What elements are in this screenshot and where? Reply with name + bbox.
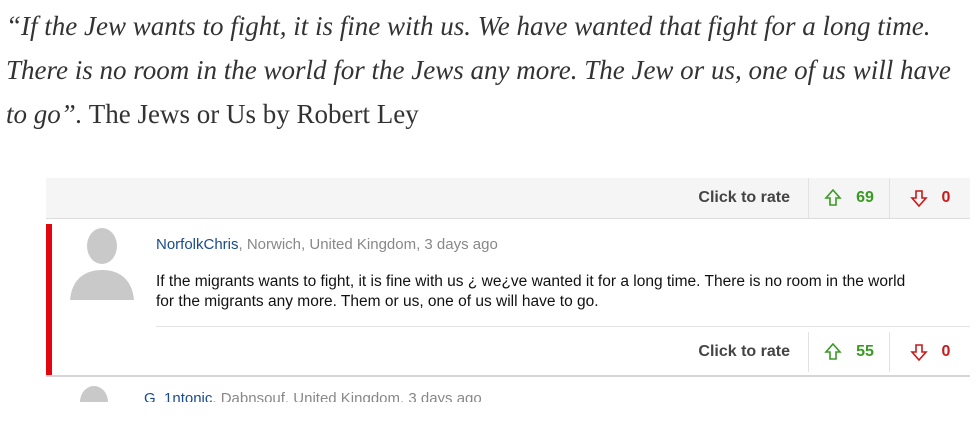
comment-rating-row: Click to rate 55 0 — [550, 332, 970, 372]
quote-attribution: The Jews or Us by Robert Ley — [82, 99, 419, 129]
comment-author-link[interactable]: NorfolkChris — [156, 236, 239, 253]
comment-meta: NorfolkChris, Norwich, United Kingdom, 3… — [156, 236, 498, 253]
up-arrow-icon — [824, 189, 842, 207]
click-to-rate-label: Click to rate — [698, 189, 790, 206]
upvote-button[interactable]: 55 — [808, 332, 889, 372]
downvote-count: 0 — [941, 343, 951, 360]
comment-body: If the migrants wants to fight, it is fi… — [156, 273, 906, 310]
comment-item: NorfolkChris, Norwich, United Kingdom, 3… — [46, 224, 970, 376]
comment-separator — [46, 375, 970, 377]
avatar — [64, 224, 140, 300]
comment-location-time: , Norwich, United Kingdom, 3 days ago — [238, 236, 498, 253]
downvote-count: 0 — [941, 189, 951, 206]
quote-block: “If the Jew wants to fight, it is fine w… — [6, 4, 974, 136]
upvote-count: 55 — [856, 343, 874, 360]
comment-location-time: , Dabnsouf, United Kingdom, 3 days ago — [212, 390, 482, 402]
downvote-button[interactable]: 0 — [889, 178, 970, 218]
click-to-rate-label: Click to rate — [698, 343, 790, 360]
top-rating-row: Click to rate 69 0 — [550, 178, 970, 218]
down-arrow-icon — [909, 343, 928, 361]
comment-author-link[interactable]: G_1ntonic — [144, 390, 212, 402]
upvote-count: 69 — [856, 189, 874, 206]
upvote-button[interactable]: 69 — [808, 178, 889, 218]
up-arrow-icon — [824, 343, 842, 361]
downvote-button[interactable]: 0 — [889, 332, 970, 372]
comment-divider — [156, 326, 970, 327]
next-comment-item: G_1ntonic, Dabnsouf, United Kingdom, 3 d… — [46, 378, 970, 402]
down-arrow-icon — [909, 189, 928, 207]
comment-meta: G_1ntonic, Dabnsouf, United Kingdom, 3 d… — [144, 390, 482, 402]
avatar — [66, 382, 122, 402]
